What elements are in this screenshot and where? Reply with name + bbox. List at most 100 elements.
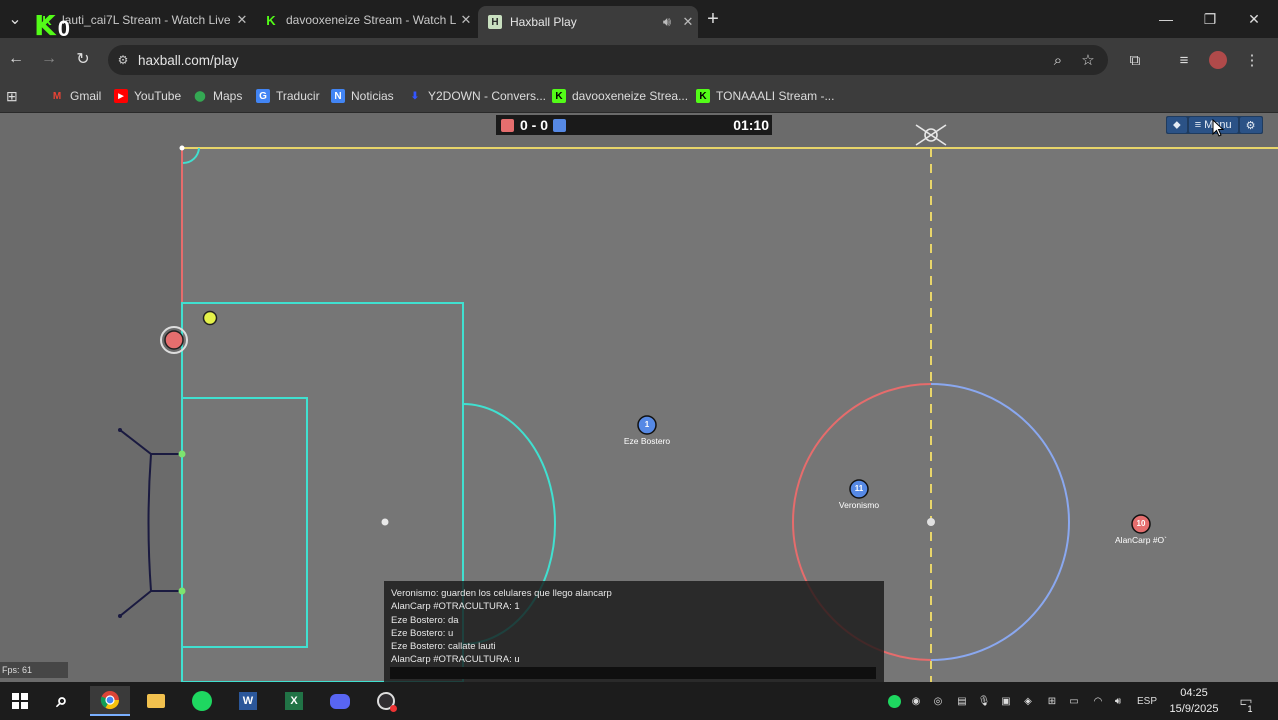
chat-input[interactable]	[390, 667, 876, 679]
bookmark-davooxeneize[interactable]: Kdavooxeneize Strea...	[552, 86, 688, 106]
discord-icon	[330, 693, 350, 709]
tab-davooxeneize-stream[interactable]: K davooxeneize Stream - Watch L ✕	[254, 6, 476, 34]
chat-message: AlanCarp #OTRACULTURA: 1	[391, 601, 520, 613]
player-number: 10	[1136, 519, 1146, 528]
taskbar-spotify[interactable]	[182, 686, 222, 716]
blue-team-indicator	[553, 118, 567, 132]
translate-icon: G	[256, 89, 270, 103]
search-icon: ⌕	[56, 689, 68, 712]
extensions-icon[interactable]: ⧉	[1123, 48, 1147, 72]
tray-app-icon-2[interactable]: ▣	[998, 693, 1014, 709]
notification-badge: 1	[1244, 703, 1256, 715]
windows-taskbar: ⌕ W X ◉ ◎ ▤ 🎙︎ ▣ ◈ ⊞ ▭ ◠ 🔊︎ ESP 04:25 15…	[0, 682, 1278, 720]
word-icon: W	[239, 692, 257, 710]
bookmark-maps[interactable]: ⬤ Maps	[193, 86, 242, 106]
overlay-counter: 0	[57, 16, 70, 41]
taskbar-chrome[interactable]	[90, 686, 130, 716]
player-number: 11	[854, 484, 864, 493]
apps-icon[interactable]: ⊞	[6, 86, 18, 106]
tab-haxball-play[interactable]: H Haxball Play 🔊︎ ✕	[478, 6, 698, 38]
start-button[interactable]	[0, 686, 40, 716]
close-window-button[interactable]: ✕	[1232, 0, 1276, 38]
mouse-cursor-icon	[1212, 119, 1225, 137]
media-control-icon[interactable]: ≡	[1172, 48, 1196, 72]
red-team-indicator	[501, 118, 514, 132]
scoreboard: 0 - 0 01:10	[496, 115, 772, 135]
clock-time: 04:25	[1180, 687, 1208, 699]
system-clock[interactable]: 04:25 15/9/2025	[1160, 685, 1228, 717]
menu-icon: ≡	[1194, 119, 1202, 131]
news-icon: N	[331, 89, 345, 103]
kick-icon: K	[696, 89, 710, 103]
volume-icon[interactable]: 🔊︎	[1110, 693, 1126, 709]
match-time: 01:10	[733, 117, 769, 133]
taskbar-discord[interactable]	[320, 686, 360, 716]
speaker-icon[interactable]: 🔊︎	[656, 14, 678, 30]
kick-icon: K	[34, 9, 56, 42]
taskbar-obs[interactable]	[366, 686, 406, 716]
bookmark-star-icon[interactable]: ☆	[1076, 48, 1100, 72]
player-name: Eze Bostero	[623, 436, 671, 446]
bookmark-youtube[interactable]: ▶ YouTube	[114, 86, 181, 106]
folder-icon	[147, 694, 165, 708]
haxball-game-canvas[interactable]: 1 Eze Bostero 11 Veronismo 10 AlanCarp #…	[0, 113, 1278, 682]
taskbar-word[interactable]: W	[228, 686, 268, 716]
forward-button[interactable]: →	[36, 46, 62, 72]
spotify-tray-icon[interactable]	[886, 693, 902, 709]
recording-indicator	[390, 705, 397, 712]
back-button[interactable]: ←	[3, 46, 29, 72]
bookmarks-bar: ⊞ M Gmail ▶ YouTube ⬤ Maps G Traducir N Notic…	[0, 80, 1278, 113]
center-spot	[927, 518, 935, 526]
chat-panel: Veronismo: guarden los celulares que lle…	[384, 581, 884, 682]
zoom-icon[interactable]: ⌕	[1046, 48, 1070, 72]
minimize-button[interactable]: —	[1144, 0, 1188, 38]
gear-icon: ⚙	[1245, 119, 1256, 132]
taskbar-excel[interactable]: X	[274, 686, 314, 716]
chrome-icon	[100, 691, 119, 710]
reload-button[interactable]: ↻	[70, 46, 96, 72]
chat-message: Eze Bostero: da	[391, 614, 459, 626]
chat-message: AlanCarp #OTRACULTURA: u	[391, 654, 520, 666]
kick-icon: K	[266, 12, 276, 28]
close-tab-icon[interactable]: ✕	[456, 12, 476, 28]
tab-search-icon[interactable]: ⌄	[2, 6, 28, 32]
goal-net	[119, 429, 182, 617]
language-indicator[interactable]: ESP	[1134, 693, 1160, 709]
spotify-icon	[192, 691, 212, 711]
discord-tray-icon[interactable]: ◉	[908, 693, 924, 709]
site-info-icon[interactable]: ⚙	[108, 53, 138, 67]
battery-icon[interactable]: ▭	[1066, 693, 1082, 709]
obs-tray-icon[interactable]: ◎	[930, 693, 946, 709]
browser-menu-icon[interactable]: ⋮	[1240, 48, 1264, 72]
chat-message: Veronismo: guarden los celulares que lle…	[391, 588, 612, 599]
bookmark-translate[interactable]: G Traducir	[256, 86, 320, 106]
player-name: AlanCarp #O`	[1115, 535, 1167, 545]
taskbar-file-explorer[interactable]	[136, 686, 176, 716]
player-number: 1	[644, 420, 650, 429]
clock-date: 15/9/2025	[1169, 703, 1219, 715]
search-button[interactable]: ⌕	[42, 686, 82, 716]
profile-avatar[interactable]	[1206, 48, 1230, 72]
wifi-icon[interactable]: ◠	[1090, 693, 1106, 709]
bookmark-news[interactable]: N Noticias	[331, 86, 394, 106]
browser-tab-bar: ⌄ K lauti_cai7L Stream - Watch Live ✕ K …	[0, 0, 1278, 38]
chat-message: Eze Bostero: u	[391, 627, 454, 639]
tray-app-icon[interactable]: ▤	[954, 693, 970, 709]
close-tab-icon[interactable]: ✕	[232, 12, 252, 28]
gmail-icon: M	[52, 90, 62, 102]
bookmark-tonaaali[interactable]: K TONAAALI Stream -...	[696, 86, 834, 106]
address-bar[interactable]: ⚙ haxball.com/play	[108, 45, 1108, 75]
bookmark-gmail[interactable]: M Gmail	[50, 86, 102, 106]
tray-app-icon-3[interactable]: ◈	[1020, 693, 1036, 709]
new-tab-button[interactable]: +	[700, 6, 726, 32]
microphone-icon[interactable]: 🎙︎	[976, 693, 992, 709]
settings-button[interactable]: ⚙	[1239, 117, 1262, 133]
restore-button[interactable]: ❐	[1188, 0, 1232, 38]
tray-app-icon-4[interactable]: ⊞	[1044, 693, 1060, 709]
player-name: Veronismo	[838, 500, 880, 510]
y2down-icon: ⬇	[410, 90, 420, 102]
goal-post-bottom	[178, 587, 186, 595]
bookmark-y2down[interactable]: ⬇ Y2DOWN - Convers...	[408, 86, 546, 106]
close-tab-icon[interactable]: ✕	[678, 14, 698, 30]
fullscreen-button[interactable]: ⬥	[1167, 117, 1187, 133]
